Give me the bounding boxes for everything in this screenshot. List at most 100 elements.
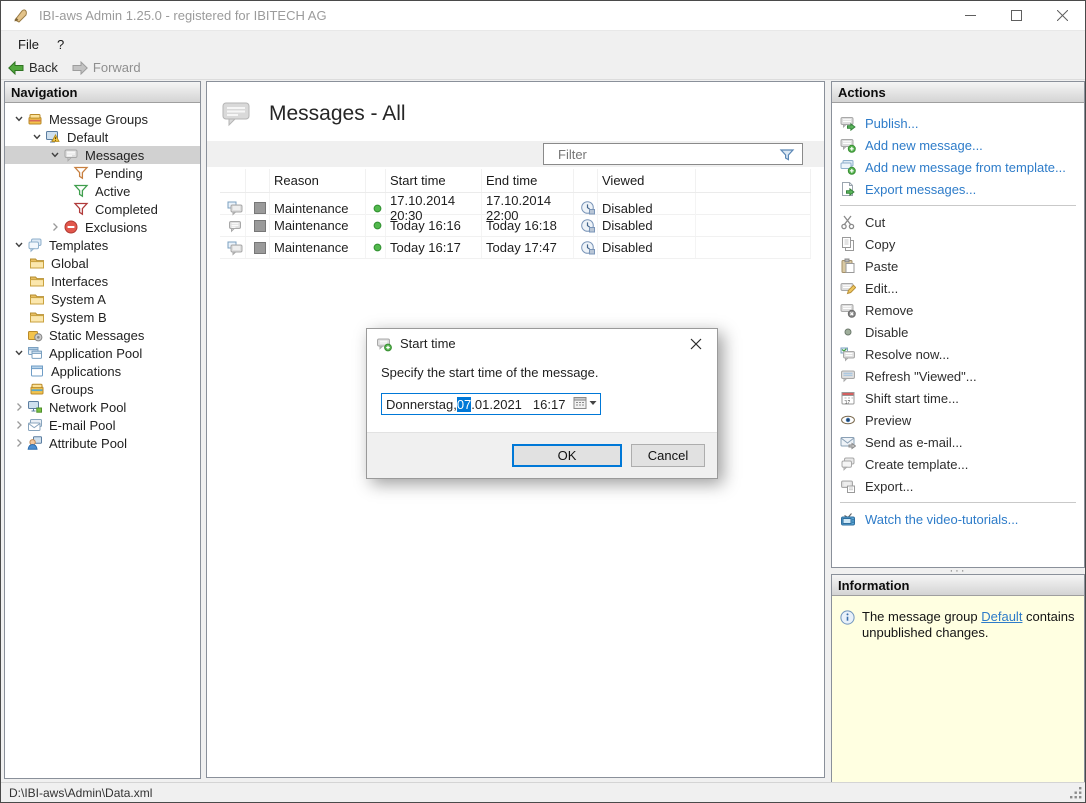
tree-item-exclusions[interactable]: Exclusions — [5, 218, 200, 236]
add-message-template-icon — [840, 159, 856, 175]
chevron-collapsed-icon[interactable] — [47, 219, 63, 235]
publish-icon — [840, 115, 856, 131]
tree-label: Applications — [51, 364, 121, 379]
action-disable[interactable]: Disable — [840, 321, 1080, 343]
tree-label: Exclusions — [85, 220, 147, 235]
tree-item-email-pool[interactable]: E-mail Pool — [5, 416, 200, 434]
menu-help[interactable]: ? — [48, 35, 73, 54]
start-time-datetime-input[interactable]: Donnerstag, 07.01.2021 16:17 — [381, 393, 601, 415]
tree-item-static-messages[interactable]: Static Messages — [5, 326, 200, 344]
message-row[interactable]: Maintenance 17.10.2014 20:30 17.10.2014 … — [220, 193, 811, 215]
chevron-expanded-icon[interactable] — [11, 111, 27, 127]
forward-button[interactable]: Forward — [65, 58, 148, 77]
col-status[interactable] — [366, 169, 386, 192]
refresh-viewed-icon — [840, 368, 856, 384]
chevron-expanded-icon[interactable] — [11, 237, 27, 253]
tree-item-message-groups[interactable]: Message Groups — [5, 110, 200, 128]
cancel-button[interactable]: Cancel — [631, 444, 705, 467]
tree-item-default[interactable]: Default — [5, 128, 200, 146]
tree-item-messages[interactable]: Messages — [5, 146, 200, 164]
tree-item-network-pool[interactable]: Network Pool — [5, 398, 200, 416]
back-button[interactable]: Back — [1, 58, 65, 77]
action-publish[interactable]: Publish... — [840, 112, 1080, 134]
col-viewed[interactable]: Viewed — [598, 169, 696, 192]
action-paste[interactable]: Paste — [840, 255, 1080, 277]
select-checkbox[interactable] — [254, 220, 266, 232]
tree-item-active[interactable]: Active — [5, 182, 200, 200]
navigation-header: Navigation — [5, 82, 200, 103]
titlebar: IBI-aws Admin 1.25.0 - registered for IB… — [1, 1, 1085, 31]
resize-grip[interactable] — [1069, 786, 1083, 800]
chevron-expanded-icon[interactable] — [29, 129, 45, 145]
tree-label: Templates — [49, 238, 108, 253]
action-label: Create template... — [865, 457, 968, 472]
col-viewed-icon[interactable] — [574, 169, 598, 192]
tree-item-system-a[interactable]: System A — [5, 290, 200, 308]
calendar-dropdown-button[interactable] — [573, 396, 597, 410]
action-create-template[interactable]: Create template... — [840, 453, 1080, 475]
chevron-expanded-icon[interactable] — [11, 345, 27, 361]
tree-item-application-pool[interactable]: Application Pool — [5, 344, 200, 362]
message-row[interactable]: Maintenance Today 16:16 Today 16:18 Disa… — [220, 215, 811, 237]
action-cut[interactable]: Cut — [840, 211, 1080, 233]
tree-label: Pending — [95, 166, 143, 181]
action-resolve-now[interactable]: Resolve now... — [840, 343, 1080, 365]
actions-header: Actions — [832, 82, 1084, 103]
tree-item-completed[interactable]: Completed — [5, 200, 200, 218]
dialog-close-button[interactable] — [675, 329, 717, 358]
menu-file[interactable]: File — [9, 35, 48, 54]
action-refresh-viewed[interactable]: Refresh "Viewed"... — [840, 365, 1080, 387]
action-edit[interactable]: Edit... — [840, 277, 1080, 299]
cell-spacer — [696, 237, 811, 258]
active-status-icon — [373, 221, 382, 230]
dialog-footer: OK Cancel — [367, 432, 717, 478]
message-row[interactable]: Maintenance Today 16:17 Today 17:47 Disa… — [220, 237, 811, 259]
action-add-new-message-from-template[interactable]: Add new message from template... — [840, 156, 1080, 178]
tree-item-templates[interactable]: Templates — [5, 236, 200, 254]
action-add-new-message[interactable]: Add new message... — [840, 134, 1080, 156]
action-copy[interactable]: Copy — [840, 233, 1080, 255]
col-reason[interactable]: Reason — [270, 169, 366, 192]
action-label: Refresh "Viewed"... — [865, 369, 977, 384]
col-select[interactable] — [246, 169, 270, 192]
tree-item-system-b[interactable]: System B — [5, 308, 200, 326]
chevron-collapsed-icon[interactable] — [11, 417, 27, 433]
action-export-messages[interactable]: Export messages... — [840, 178, 1080, 200]
message-window-icon — [227, 240, 243, 256]
tree-label: Interfaces — [51, 274, 108, 289]
default-group-link[interactable]: Default — [981, 609, 1022, 624]
action-remove[interactable]: Remove — [840, 299, 1080, 321]
splitter-grip-dots: ··· — [950, 569, 967, 573]
action-watch-video-tutorials[interactable]: Watch the video-tutorials... — [840, 508, 1080, 530]
tree-item-attribute-pool[interactable]: Attribute Pool — [5, 434, 200, 452]
close-button[interactable] — [1039, 1, 1085, 30]
chevron-collapsed-icon[interactable] — [11, 399, 27, 415]
col-end-time[interactable]: End time — [482, 169, 574, 192]
chevron-expanded-icon[interactable] — [47, 147, 63, 163]
cell-spacer — [696, 215, 811, 236]
ok-button[interactable]: OK — [512, 444, 622, 467]
tree-item-groups[interactable]: Groups — [5, 380, 200, 398]
message-bubble-icon — [63, 147, 79, 163]
static-messages-icon — [27, 327, 43, 343]
tree-item-interfaces[interactable]: Interfaces — [5, 272, 200, 290]
action-send-as-email[interactable]: Send as e-mail... — [840, 431, 1080, 453]
maximize-button[interactable] — [993, 1, 1039, 30]
filter-funnel-icon[interactable] — [779, 147, 795, 163]
col-message-icon[interactable] — [220, 169, 246, 192]
action-preview[interactable]: Preview — [840, 409, 1080, 431]
action-export[interactable]: Export... — [840, 475, 1080, 497]
dialog-titlebar: Start time — [367, 329, 717, 358]
tree-item-pending[interactable]: Pending — [5, 164, 200, 182]
tree-item-global[interactable]: Global — [5, 254, 200, 272]
chevron-collapsed-icon[interactable] — [11, 435, 27, 451]
cell-viewed: Disabled — [598, 237, 696, 258]
video-tutorials-icon — [840, 511, 856, 527]
col-start-time[interactable]: Start time — [386, 169, 482, 192]
tree-item-applications[interactable]: Applications — [5, 362, 200, 380]
minimize-button[interactable] — [947, 1, 993, 30]
filter-input[interactable]: Filter — [543, 143, 803, 165]
action-shift-start-time[interactable]: 17 Shift start time... — [840, 387, 1080, 409]
select-checkbox[interactable] — [254, 202, 266, 214]
select-checkbox[interactable] — [254, 242, 266, 254]
